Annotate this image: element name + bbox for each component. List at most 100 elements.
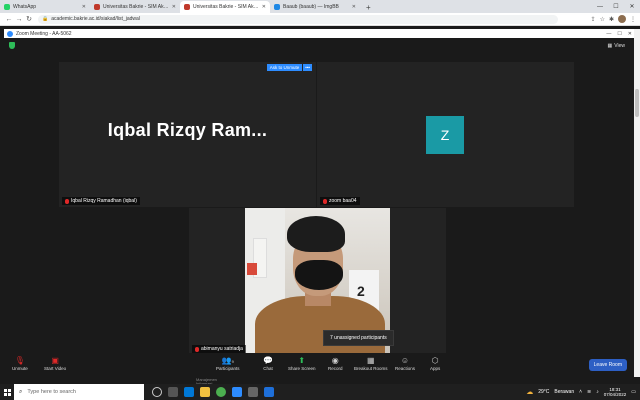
reactions-label: Reactions [395, 366, 416, 371]
chrome-icon[interactable] [216, 387, 226, 397]
video-board-number: 2 [357, 283, 365, 299]
microphone-muted-icon: 🎙 [14, 356, 25, 365]
url-text: academic.bakrie.ac.id/siakad/list_jadwal [51, 16, 140, 22]
participant-name-tag: abimanyu satriadja [192, 345, 246, 353]
share-screen-icon: ⬆ [298, 356, 306, 365]
record-icon: ◉ [331, 356, 339, 365]
menu-icon[interactable]: ⋮ [630, 16, 636, 23]
name-tag-text: Iqbal Rizqy Ramadhan (iqbal) [71, 198, 137, 204]
new-tab-button[interactable]: + [360, 1, 377, 13]
tab-imgbb[interactable]: Baaub (baaub) — ImgBB ✕ [270, 1, 360, 13]
search-placeholder: Type here to search [27, 389, 76, 395]
minimize-button[interactable]: — [606, 31, 611, 37]
close-window-button[interactable]: ✕ [624, 0, 640, 13]
participants-button[interactable]: 👥9 Participants [216, 356, 240, 371]
tab-sim-akademik-1[interactable]: Universitas Bakrie - SIM Akademik ✕ [90, 1, 180, 13]
wifi-icon[interactable]: ≋ [587, 389, 591, 395]
video-off-icon: ▣ [51, 356, 59, 365]
share-icon[interactable]: ⇪ [591, 16, 596, 23]
more-options-button[interactable]: ••• [303, 64, 312, 71]
apps-icon: ⬡ [431, 356, 439, 365]
breakout-rooms-icon: ▦ [366, 356, 375, 365]
notification-icon[interactable]: ▭ [631, 389, 636, 395]
temperature: 29°C [538, 389, 550, 395]
zoom-meeting-window: Zoom Meeting - AA-5062 — ☐ ✕ ▦ View Ask … [4, 29, 635, 377]
forward-icon[interactable]: → [14, 16, 24, 23]
start-button[interactable] [0, 384, 14, 400]
chat-button[interactable]: 💬 Chat [263, 356, 273, 371]
name-tag-text: zoom baa04 [329, 198, 357, 204]
breakout-rooms-label: Breakout Rooms [354, 366, 388, 371]
profile-avatar[interactable] [618, 15, 626, 23]
participants-icon: 👥9 [221, 356, 234, 365]
mic-muted-icon [65, 198, 69, 204]
participants-label: Participants [216, 366, 240, 371]
whatsapp-icon [4, 4, 10, 10]
maximize-button[interactable]: ☐ [608, 0, 624, 13]
chevron-up-icon[interactable]: ˄ [579, 389, 582, 395]
edge-icon[interactable] [184, 387, 194, 397]
close-icon[interactable]: ✕ [352, 4, 356, 10]
security-shield-icon[interactable] [9, 42, 15, 49]
university-icon [94, 4, 100, 10]
tab-whatsapp[interactable]: WhatsApp ✕ [0, 1, 90, 13]
start-video-button[interactable]: ▣ Start Video [44, 356, 66, 371]
url-field[interactable]: 🔒 academic.bakrie.ac.id/siakad/list_jadw… [38, 14, 558, 24]
tab-sim-akademik-2[interactable]: Universitas Bakrie - SIM Akademik ✕ [180, 1, 270, 13]
weather-cloud-icon: ☁ [526, 389, 534, 396]
participants-count: 9 [231, 359, 234, 364]
volume-icon[interactable]: ♪ [596, 389, 599, 395]
video-person-hair [287, 216, 345, 252]
weather-label: Berawan [554, 389, 575, 395]
extensions-icon[interactable]: ✱ [609, 16, 614, 23]
scrollbar-thumb[interactable] [635, 89, 639, 117]
close-icon[interactable]: ✕ [82, 4, 86, 10]
participant-avatar: Z [426, 116, 464, 154]
start-video-label: Start Video [44, 366, 67, 371]
participant-tile-iqbal[interactable]: Ask to Unmute ••• Iqbal Rizqy Ram... Iqb… [59, 62, 316, 207]
share-screen-label: Share Screen [288, 366, 316, 371]
back-icon[interactable]: ← [4, 16, 14, 23]
leave-room-button[interactable]: Leave Room [588, 359, 627, 371]
ask-to-unmute-button[interactable]: Ask to Unmute [266, 64, 303, 71]
participant-tile-abimanyu[interactable]: 2 abimanyu satriadja 7 unassigned partic… [189, 208, 446, 355]
close-icon[interactable]: ✕ [172, 4, 176, 10]
chat-icon: 💬 [263, 356, 273, 365]
breakout-rooms-button[interactable]: ▦ Breakout Rooms [354, 356, 388, 371]
record-label: Record [328, 366, 343, 371]
address-bar: ← → ↻ 🔒 academic.bakrie.ac.id/siakad/lis… [0, 13, 640, 26]
taskbar-search-box[interactable]: ⌕ Type here to search [14, 384, 144, 400]
search-icon: ⌕ [19, 388, 23, 395]
minimize-button[interactable]: — [592, 0, 608, 13]
close-icon[interactable]: ✕ [262, 4, 266, 10]
mail-icon[interactable] [264, 387, 274, 397]
browser-tab-strip: WhatsApp ✕ Universitas Bakrie - SIM Akad… [0, 0, 640, 13]
file-explorer-icon[interactable] [200, 387, 210, 397]
record-button[interactable]: ◉ Record [328, 356, 343, 371]
unassigned-participants-popup[interactable]: 7 unassigned participants [323, 330, 394, 346]
unmute-button[interactable]: 🎙 Unmute [12, 356, 28, 371]
taskbar-clock[interactable]: 18:31 07/04/2022 [604, 387, 627, 398]
reactions-button[interactable]: ☺ Reactions [395, 356, 415, 371]
apps-button[interactable]: ⬡ Apps [430, 356, 440, 371]
zoom-icon[interactable] [232, 387, 242, 397]
maximize-button[interactable]: ☐ [617, 31, 621, 37]
grid-icon: ▦ [607, 43, 613, 49]
reload-icon[interactable]: ↻ [24, 15, 34, 23]
windows-taskbar: ⌕ Type here to search ☁ 29°C Berawan ˄ ≋… [0, 384, 640, 400]
participant-display-name: Iqbal Rizqy Ram... [107, 120, 268, 140]
task-view-icon[interactable] [168, 387, 178, 397]
zoom-logo-icon [7, 30, 13, 37]
cortana-icon[interactable] [152, 387, 162, 397]
close-window-button[interactable]: ✕ [628, 31, 632, 37]
zoom-toolbar: 🎙 Unmute ▣ Start Video 👥9 Participants 💬… [4, 353, 635, 377]
store-icon[interactable] [248, 387, 258, 397]
share-screen-button[interactable]: ⬆ Share Screen [288, 356, 316, 371]
chat-label: Chat [263, 366, 273, 371]
view-button[interactable]: ▦ View [608, 43, 625, 49]
star-icon[interactable]: ☆ [600, 16, 605, 23]
participant-tile-zoom-baa04[interactable]: Z zoom baa04 [317, 62, 574, 207]
page-scrollbar[interactable] [634, 29, 640, 377]
zoom-window-controls: — ☐ ✕ [606, 31, 632, 37]
view-label: View [614, 43, 625, 49]
